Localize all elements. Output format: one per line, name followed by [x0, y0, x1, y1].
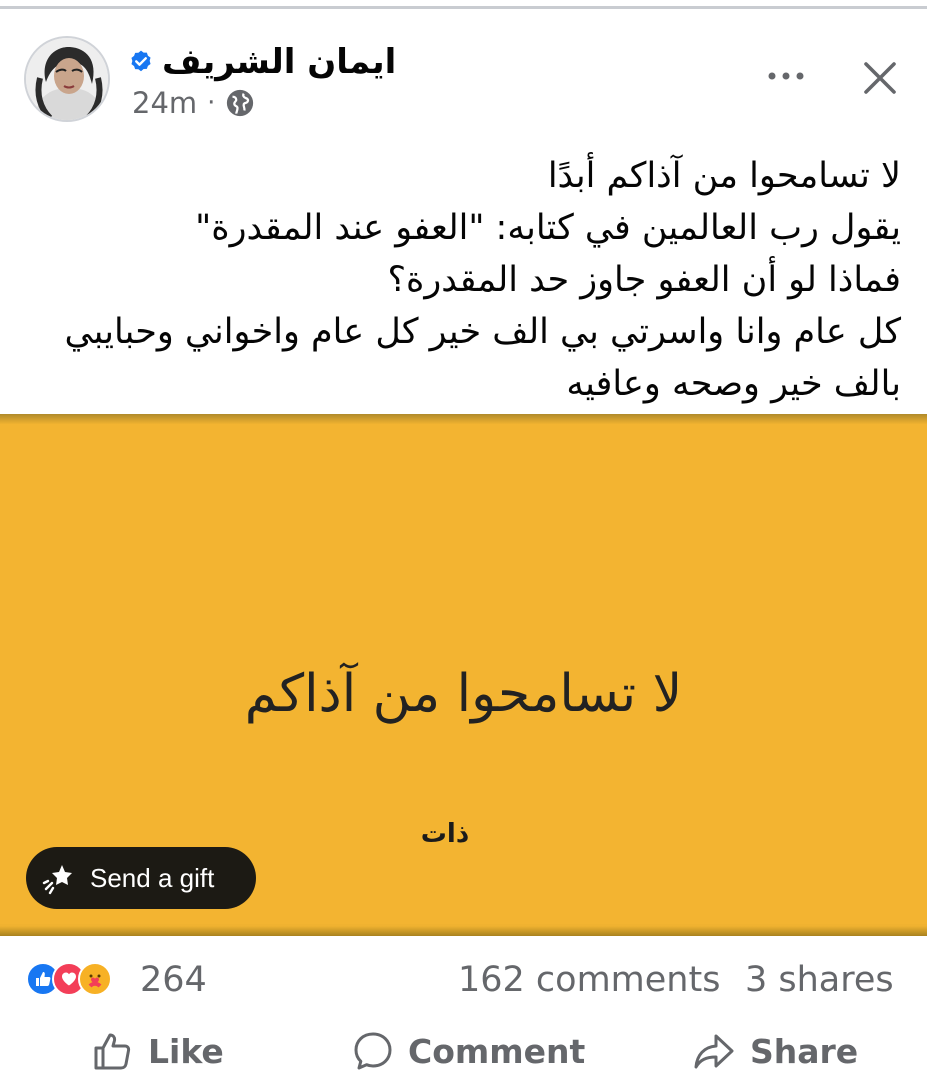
- like-label: Like: [148, 1031, 224, 1071]
- ellipsis-icon: [768, 72, 804, 80]
- post-meta: 24m ·: [132, 86, 255, 120]
- engagement-stats: 264 162 comments 3 shares: [0, 958, 927, 1008]
- post-timestamp[interactable]: 24m: [132, 86, 197, 120]
- reaction-count[interactable]: 264: [140, 960, 207, 1000]
- send-gift-button[interactable]: Send a gift: [26, 847, 256, 909]
- close-icon: [864, 62, 896, 94]
- like-button[interactable]: Like: [92, 1030, 224, 1072]
- close-button[interactable]: [856, 54, 904, 102]
- top-divider: [0, 0, 927, 9]
- media-brand-logo: ذات: [420, 819, 470, 849]
- author-avatar[interactable]: [24, 36, 110, 122]
- meta-separator: ·: [207, 88, 216, 118]
- post-actions: Like Comment Share: [0, 1024, 927, 1080]
- post-text-line: فماذا لو أن العفو جاوز حد المقدرة؟: [387, 260, 901, 300]
- post-text-line: لا تسامحوا من آذاكم أبدًا: [547, 156, 901, 196]
- author-row: ايمان الشريف: [128, 40, 396, 84]
- thumbs-up-icon: [94, 1033, 131, 1070]
- post-header: ايمان الشريف 24m ·: [0, 18, 927, 136]
- author-name[interactable]: ايمان الشريف: [162, 42, 396, 82]
- comments-count[interactable]: 162 comments: [458, 960, 720, 1000]
- verified-badge-icon: [131, 50, 151, 72]
- shares-count[interactable]: 3 shares: [745, 960, 894, 1000]
- gift-sparkle-icon: [42, 865, 72, 895]
- globe-icon: [227, 89, 254, 117]
- post-text-line: بالف خير وصحه وعافيه: [566, 364, 901, 404]
- care-reaction-icon: [78, 962, 112, 996]
- share-button[interactable]: Share: [692, 1030, 858, 1072]
- share-label: Share: [750, 1031, 859, 1071]
- comment-button[interactable]: Comment: [352, 1030, 585, 1072]
- comment-bubble-icon: [354, 1032, 392, 1070]
- media-title: لا تسامحوا من آذاكم: [244, 664, 683, 724]
- send-gift-label: Send a gift: [90, 862, 215, 893]
- post-text: لا تسامحوا من آذاكم أبدًا يقول رب العالم…: [21, 150, 902, 410]
- more-options-button[interactable]: [764, 54, 808, 98]
- comment-label: Comment: [408, 1031, 586, 1071]
- share-arrow-icon: [694, 1034, 734, 1069]
- reaction-icons[interactable]: [26, 962, 112, 996]
- post-text-line: يقول رب العالمين في كتابه: "العفو عند ال…: [195, 208, 901, 248]
- post-text-line: كل عام وانا واسرتي بي الف خير كل عام واخ…: [64, 312, 902, 352]
